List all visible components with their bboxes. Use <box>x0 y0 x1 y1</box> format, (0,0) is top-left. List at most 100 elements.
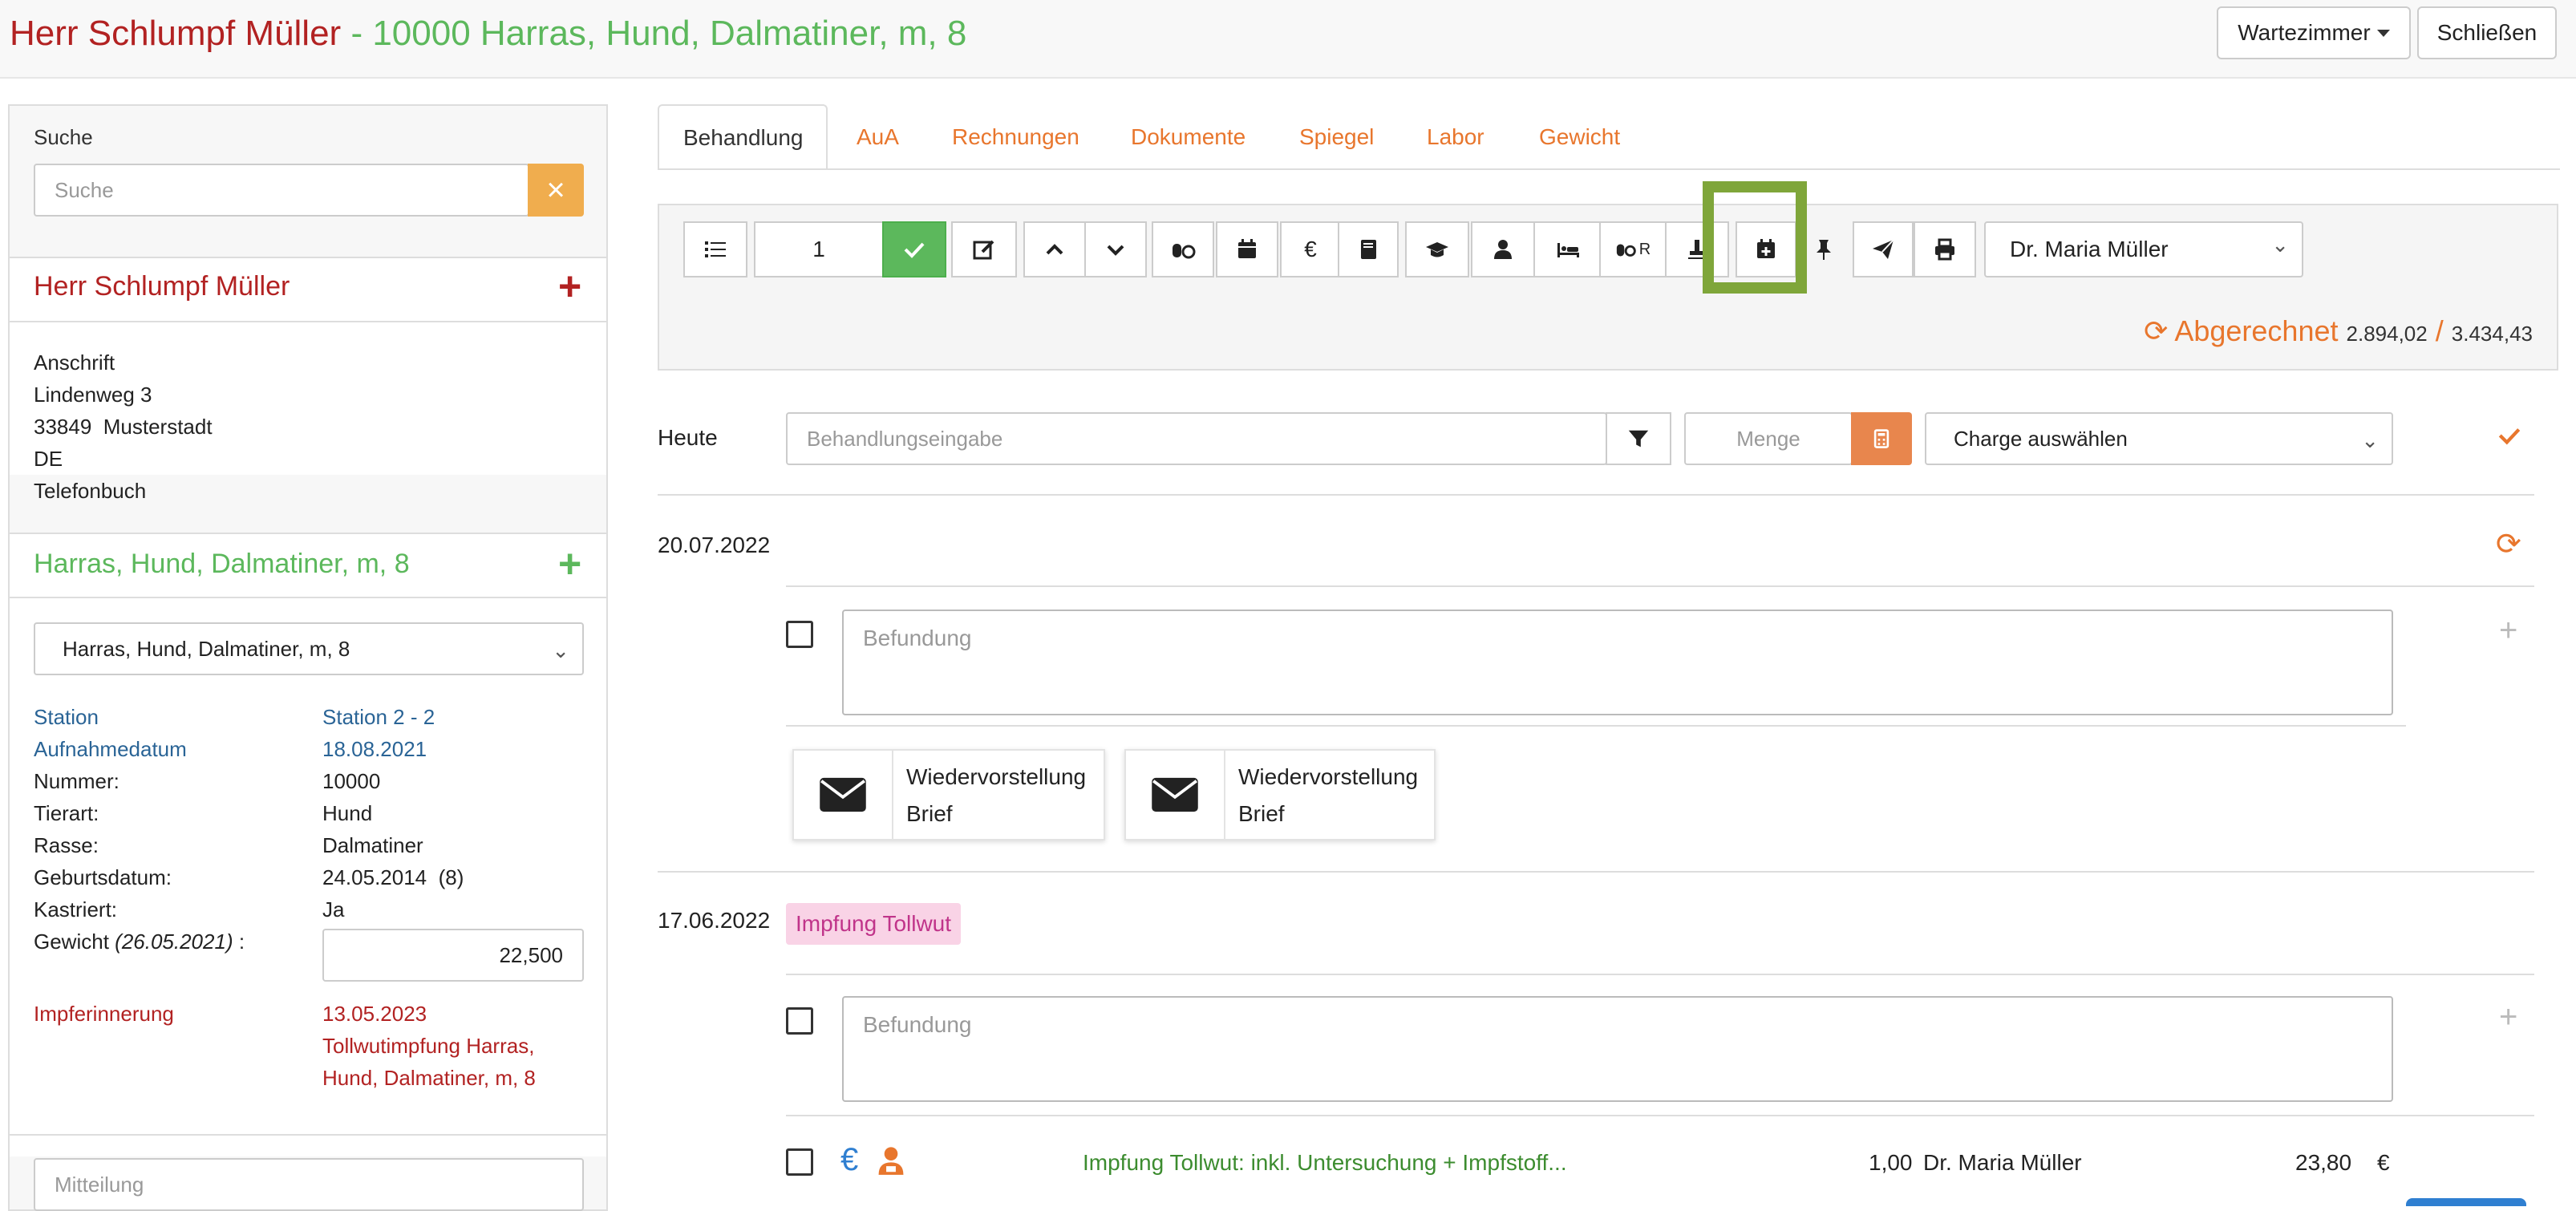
calculator-icon <box>1873 429 1889 448</box>
tab-gewicht[interactable]: Gewicht <box>1539 104 1620 170</box>
list-button[interactable] <box>683 221 747 277</box>
owner-name[interactable]: Herr Schlumpf Müller <box>34 271 290 302</box>
detail-value: Hund <box>322 801 373 825</box>
filter-icon <box>1628 430 1649 448</box>
waiting-room-dropdown[interactable]: Wartezimmer <box>2217 6 2411 59</box>
search-input[interactable]: Suche <box>34 164 529 217</box>
card-title: Wiedervorstellung <box>1238 764 1419 789</box>
document-card[interactable]: Wiedervorstellung Brief <box>1124 749 1436 840</box>
address-city: 33849 Musterstadt <box>34 415 213 439</box>
item-checkbox[interactable] <box>786 1148 813 1176</box>
tab-labor[interactable]: Labor <box>1427 104 1484 170</box>
action-button[interactable] <box>2406 1198 2526 1206</box>
item-description[interactable]: Impfung Tollwut: inkl. Untersuchung + Im… <box>1083 1150 1567 1176</box>
finding-textarea[interactable]: Befundung <box>842 996 2393 1102</box>
close-icon: × <box>546 172 565 208</box>
chevron-up-icon <box>1046 244 1063 255</box>
detail-label: Kastriert: <box>34 897 118 921</box>
move-down-button[interactable] <box>1084 221 1147 277</box>
printer-icon <box>1935 238 1954 261</box>
page-title: Herr Schlumpf Müller - 10000 Harras, Hun… <box>10 10 966 58</box>
pills-icon <box>1616 244 1636 257</box>
tab-rechnungen[interactable]: Rechnungen <box>952 104 1079 170</box>
detail-value: Dalmatiner <box>322 833 423 857</box>
move-up-button[interactable] <box>1023 221 1086 277</box>
chevron-down-icon <box>1107 245 1124 256</box>
billed-label: Abgerechnet <box>2174 314 2339 347</box>
check-icon <box>904 242 925 258</box>
chevron-down-icon: ⌄ <box>552 638 569 662</box>
charge-select[interactable]: Charge auswählen ⌄ <box>1925 412 2393 465</box>
graduation-cap-icon <box>1426 242 1448 257</box>
title-separator: - <box>341 14 373 53</box>
finding-checkbox[interactable] <box>786 621 813 648</box>
patient-select[interactable]: Harras, Hund, Dalmatiner, m, 8 ⌄ <box>34 622 584 675</box>
chevron-down-icon <box>2376 29 2390 37</box>
weight-input[interactable]: 22,500 <box>322 929 584 982</box>
vaccination-label: Impferinnerung <box>34 1002 174 1026</box>
add-icon[interactable]: + <box>2499 999 2517 1035</box>
treatment-input[interactable]: Behandlungseingabe <box>786 412 1607 465</box>
clear-search-button[interactable]: × <box>528 164 584 217</box>
tab-spiegel[interactable]: Spiegel <box>1299 104 1374 170</box>
header-bar: Herr Schlumpf Müller - 10000 Harras, Hun… <box>0 0 2576 79</box>
tab-aua[interactable]: AuA <box>857 104 899 170</box>
close-button[interactable]: Schließen <box>2417 6 2557 59</box>
patient-title: 10000 Harras, Hund, Dalmatiner, m, 8 <box>372 14 967 53</box>
waiting-room-label: Wartezimmer <box>2238 20 2371 45</box>
person-button[interactable] <box>1471 221 1535 277</box>
detail-value: 24.05.2014 (8) <box>322 865 464 889</box>
tab-behandlung[interactable]: Behandlung <box>658 104 828 170</box>
amount-input[interactable]: Menge <box>1684 412 1853 465</box>
message-input[interactable]: Mitteilung <box>34 1158 584 1211</box>
medication-button[interactable] <box>1152 221 1214 277</box>
entry-date: 20.07.2022 <box>658 533 771 557</box>
detail-label: Station <box>34 705 99 729</box>
item-doctor: Dr. Maria Müller <box>1923 1150 2082 1175</box>
print-button[interactable] <box>1914 221 1976 277</box>
confirm-button[interactable] <box>882 221 946 277</box>
patient-name[interactable]: Harras, Hund, Dalmatiner, m, 8 <box>34 549 410 580</box>
calculator-button[interactable] <box>1851 412 1912 465</box>
edit-button[interactable] <box>951 221 1017 277</box>
tab-dokumente[interactable]: Dokumente <box>1131 104 1245 170</box>
charge-select-value: Charge auswählen <box>1954 426 2128 451</box>
filter-button[interactable] <box>1606 412 1671 465</box>
add-icon[interactable]: + <box>2499 613 2517 649</box>
card-title: Wiedervorstellung <box>906 764 1087 789</box>
pills-icon <box>1173 244 1196 259</box>
quantity-input[interactable]: 1 <box>754 221 884 277</box>
check-icon <box>2498 428 2521 445</box>
doctor-select[interactable]: Dr. Maria Müller ⌄ <box>1984 221 2303 277</box>
book-button[interactable] <box>1338 221 1399 277</box>
inpatient-button[interactable] <box>1533 221 1602 277</box>
save-entry-button[interactable] <box>2496 422 2523 453</box>
add-patient-icon[interactable]: + <box>558 541 581 587</box>
education-button[interactable] <box>1405 221 1469 277</box>
send-button[interactable] <box>1853 221 1914 277</box>
vaccination-date: 13.05.2023 <box>322 1002 427 1026</box>
finding-checkbox[interactable] <box>786 1007 813 1035</box>
refresh-icon[interactable]: ⟳ <box>2496 526 2521 562</box>
billing-button[interactable]: € <box>1280 221 1341 277</box>
weight-label: Gewicht (26.05.2021) : <box>34 925 245 958</box>
phonebook-link[interactable]: Telefonbuch <box>34 475 146 507</box>
entry-date: 17.06.2022 <box>658 908 771 933</box>
calendar-button[interactable] <box>1216 221 1278 277</box>
item-quantity: 1,00 <box>1869 1150 1913 1175</box>
finding-textarea[interactable]: Befundung <box>842 610 2393 715</box>
document-card[interactable]: Wiedervorstellung Brief <box>792 749 1105 840</box>
patient-select-value: Harras, Hund, Dalmatiner, m, 8 <box>63 636 350 661</box>
vaccination-text[interactable]: Tollwutimpfung Harras, Hund, Dalmatiner,… <box>322 1030 579 1094</box>
detail-value: Ja <box>322 897 345 921</box>
paper-plane-icon <box>1873 239 1894 259</box>
card-subtitle: Brief <box>906 801 953 826</box>
calendar-icon <box>1238 239 1256 258</box>
add-owner-icon[interactable]: + <box>558 263 581 310</box>
refresh-icon[interactable]: ⟳ <box>2144 314 2168 347</box>
detail-value: 10000 <box>322 769 381 793</box>
prescription-button[interactable]: R <box>1599 221 1667 277</box>
weight-label-text: Gewicht <box>34 930 109 954</box>
address-heading: Anschrift <box>34 350 115 375</box>
sidebar: Suche Suche × Herr Schlumpf Müller + Ans… <box>8 104 608 1211</box>
